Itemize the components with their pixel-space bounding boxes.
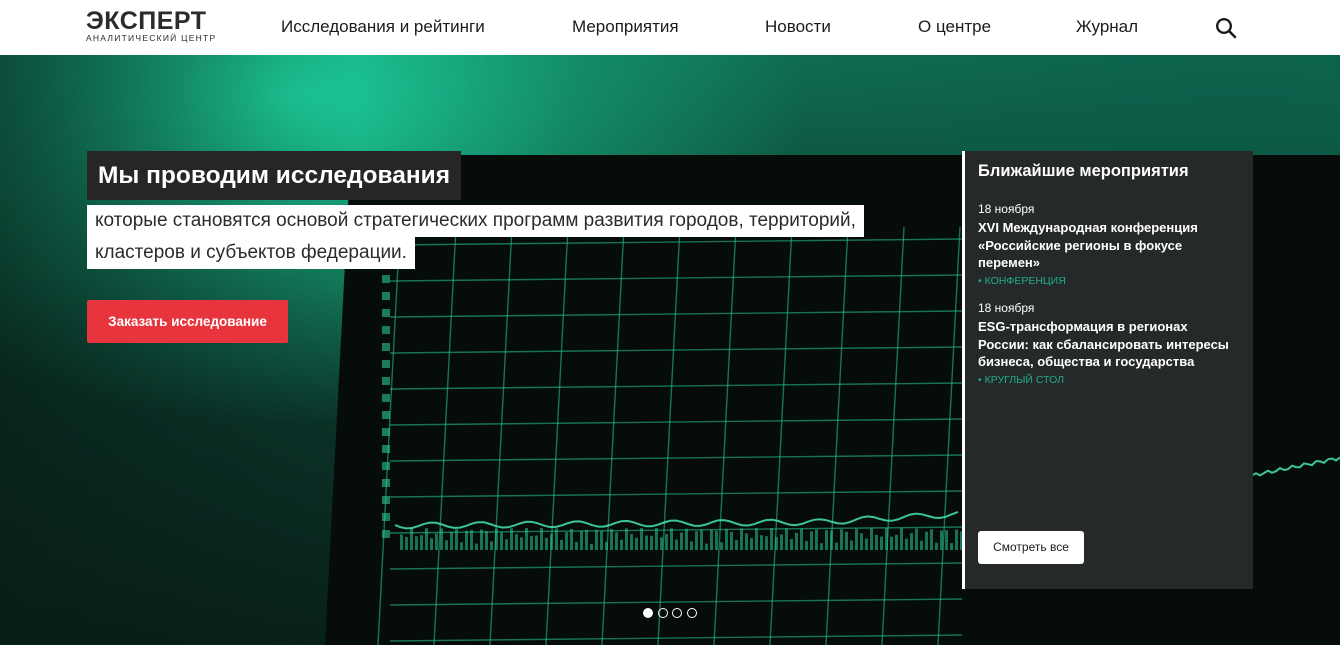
hero-lead-line: которые становятся основой стратегически… xyxy=(87,205,864,237)
event-date: 18 ноября xyxy=(978,301,1035,315)
nav-item-news[interactable]: Новости xyxy=(765,17,831,37)
event-tag[interactable]: КОНФЕРЕНЦИЯ xyxy=(978,274,1240,288)
hero-banner: Мы проводим исследования которые становя… xyxy=(0,55,1340,645)
search-icon xyxy=(1215,17,1237,39)
event-date: 18 ноября xyxy=(978,202,1035,216)
hero-headline: Мы проводим исследования xyxy=(87,151,462,200)
event-card[interactable]: 18 ноября ESG-трансформация в регионах Р… xyxy=(978,300,1240,387)
slider-dot[interactable] xyxy=(643,608,653,618)
nav-item-research[interactable]: Исследования и рейтинги xyxy=(281,17,485,37)
chart-price-line xyxy=(394,510,959,530)
logo-wordmark: ЭКСПЕРТ xyxy=(86,7,207,35)
slider-dot[interactable] xyxy=(657,608,668,618)
search-button[interactable] xyxy=(1214,16,1238,40)
slider-dot[interactable] xyxy=(686,608,697,618)
site-header: ЭКСПЕРТ АНАЛИТИЧЕСКИЙ ЦЕНТР Исследования… xyxy=(0,0,1340,55)
slider-dot[interactable] xyxy=(672,608,682,618)
event-title[interactable]: ESG-трансформация в регионах России: как… xyxy=(978,318,1240,371)
events-panel-title: Ближайшие мероприятия xyxy=(978,162,1189,180)
hero-lead: которые становятся основой стратегически… xyxy=(87,205,864,269)
chart-grid xyxy=(377,226,963,645)
chart-price-line-right xyxy=(1252,456,1340,477)
hero-lead-line: кластеров и субъектов федерации. xyxy=(87,237,415,269)
nav-item-events[interactable]: Мероприятия xyxy=(572,17,679,37)
event-tag[interactable]: КРУГЛЫЙ СТОЛ xyxy=(978,373,1240,387)
logo[interactable]: ЭКСПЕРТ АНАЛИТИЧЕСКИЙ ЦЕНТР xyxy=(86,7,218,44)
nav-item-about[interactable]: О центре xyxy=(918,17,991,37)
event-title[interactable]: XVI Международная конференция «Российски… xyxy=(978,219,1240,272)
logo-subtitle: АНАЛИТИЧЕСКИЙ ЦЕНТР xyxy=(86,33,217,43)
see-all-events-button[interactable]: Смотреть все xyxy=(978,531,1084,564)
slider-pagination xyxy=(643,608,701,620)
nav-item-journal[interactable]: Журнал xyxy=(1076,17,1138,37)
order-research-button[interactable]: Заказать исследование xyxy=(87,300,288,343)
upcoming-events-panel: Ближайшие мероприятия 18 ноября XVI Межд… xyxy=(962,151,1253,589)
event-card[interactable]: 18 ноября XVI Международная конференция … xyxy=(978,201,1240,288)
